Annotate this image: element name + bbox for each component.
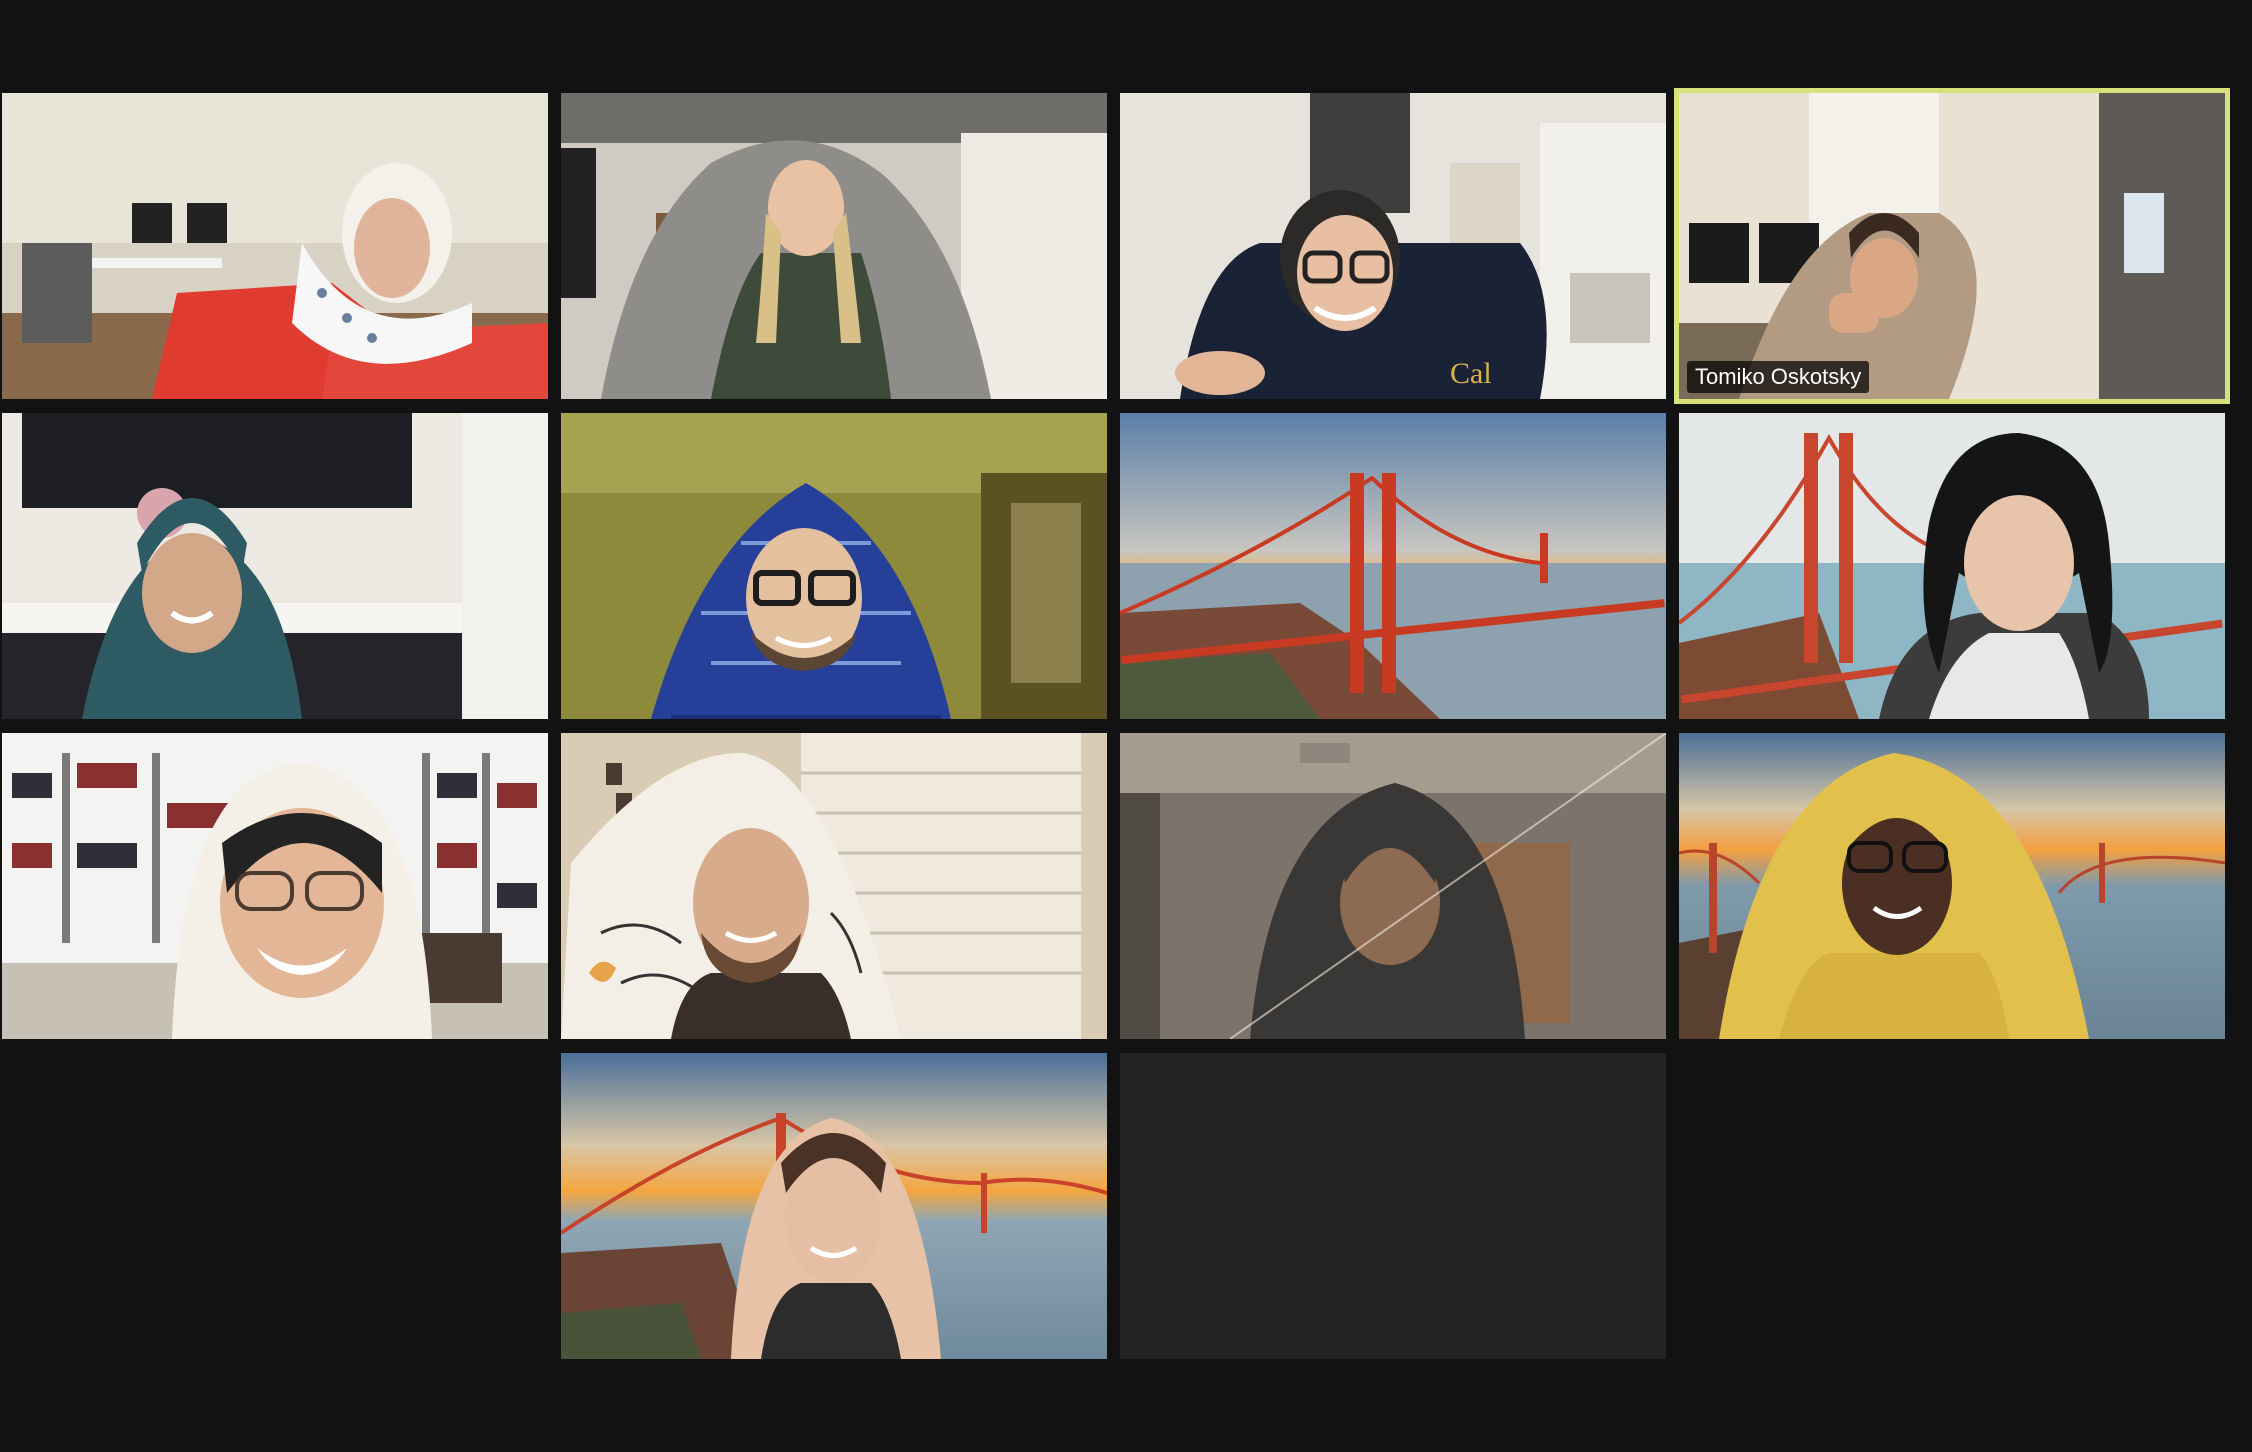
participant-video-tile[interactable] [561,413,1107,719]
participant-video [1679,413,2225,719]
active-speaker-tile[interactable]: Tomiko Oskotsky [1674,88,2230,404]
participant-video-tile[interactable] [1120,413,1666,719]
participant-video-tile[interactable] [561,733,1107,1039]
participant-video-tile[interactable]: Cal [1120,93,1666,399]
participant-video-tile[interactable] [561,1053,1107,1359]
participant-video [1679,733,2225,1039]
participant-video [1120,413,1666,719]
participant-video [2,93,548,399]
participant-video [561,413,1107,719]
participant-video [1679,93,2225,399]
participant-video-tile[interactable] [1679,733,2225,1039]
participant-video [561,93,1107,399]
participant-video-tile[interactable] [561,93,1107,399]
participant-video-tile[interactable] [2,413,548,719]
video-gallery-window: Cal Tomiko Oskotsky [0,0,2252,1452]
participant-video-tile[interactable] [2,733,548,1039]
participant-video [1120,733,1666,1039]
participant-video-tile[interactable] [1120,733,1666,1039]
empty-video-tile [1120,1053,1666,1359]
svg-text:Cal: Cal [1450,357,1492,390]
participant-video [561,1053,1107,1359]
participant-name-label: Tomiko Oskotsky [1687,361,1870,393]
participant-video: Cal [1120,93,1666,399]
participant-video-tile[interactable] [2,93,548,399]
participant-video [561,733,1107,1039]
participant-video [2,733,548,1039]
participant-video [2,413,548,719]
participant-video-tile[interactable] [1679,413,2225,719]
